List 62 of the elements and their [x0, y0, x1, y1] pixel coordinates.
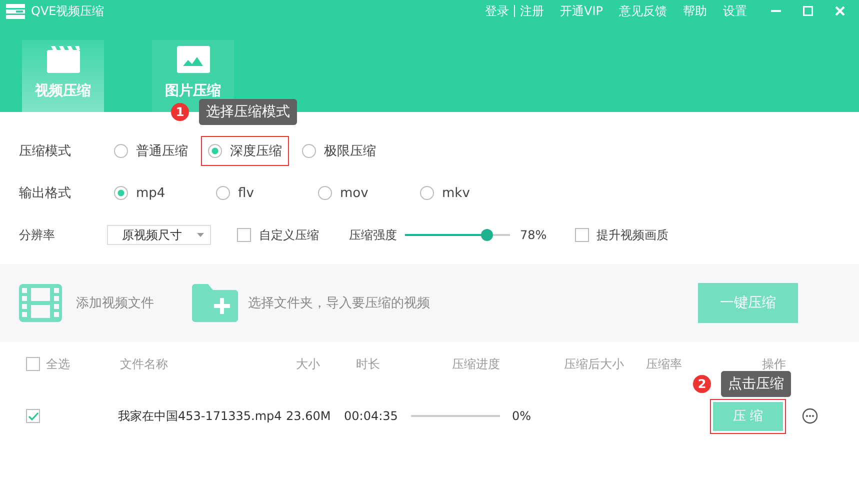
radio-option[interactable]: 深度压缩 — [201, 136, 289, 166]
maximize-icon[interactable] — [803, 6, 813, 16]
column-header: 操作 — [762, 356, 786, 372]
radio-button[interactable] — [114, 186, 128, 200]
setting-label: 压缩强度 — [349, 226, 397, 244]
radio-button[interactable] — [318, 186, 332, 200]
column-header: 压缩率 — [646, 356, 683, 372]
checkbox-label: 提升视频画质 — [596, 226, 669, 244]
checkbox-label: 自定义压缩 — [259, 226, 319, 244]
clapperboard-icon — [46, 46, 80, 73]
checkbox[interactable] — [574, 228, 589, 242]
column-header: 文件名称 — [120, 356, 169, 372]
image-icon — [176, 46, 210, 73]
guide-tooltip: 点击压缩 — [721, 371, 791, 397]
add-file-link[interactable]: 添加视频文件 — [76, 294, 154, 312]
radio-button[interactable] — [114, 144, 128, 158]
top-link[interactable]: 设置 — [723, 2, 747, 20]
checkbox[interactable] — [237, 228, 251, 242]
slider-thumb[interactable] — [480, 229, 493, 241]
window-title: QVE视频压缩 — [31, 2, 104, 20]
column-header: 压缩后大小 — [564, 356, 625, 372]
checkbox[interactable] — [26, 357, 40, 371]
step-badge: 2 — [693, 375, 711, 393]
more-icon[interactable] — [802, 408, 818, 424]
radio-option[interactable]: mkv — [413, 180, 515, 206]
guide-tooltip: 选择压缩模式 — [199, 99, 297, 125]
checkbox[interactable] — [26, 409, 40, 423]
file-duration: 00:04:35 — [344, 409, 399, 423]
radio-option[interactable]: mp4 — [107, 180, 209, 206]
column-header: 大小 — [296, 356, 321, 372]
column-header: 压缩进度 — [452, 356, 501, 372]
resolution-dropdown[interactable]: 原视频尺寸 — [107, 225, 211, 245]
radio-button[interactable] — [216, 186, 230, 200]
radio-option[interactable]: 普通压缩 — [107, 136, 195, 166]
folder-add-icon — [192, 284, 238, 322]
radio-option[interactable]: flv — [209, 180, 311, 206]
top-link[interactable]: 意见反馈 — [619, 2, 667, 20]
top-link[interactable]: 开通VIP — [560, 2, 603, 20]
top-link[interactable]: 帮助 — [683, 2, 707, 20]
account-link[interactable]: 注册 — [514, 5, 544, 17]
radio-option[interactable]: mov — [311, 180, 413, 206]
close-icon[interactable] — [835, 6, 845, 16]
progress-text: 0% — [512, 409, 532, 423]
file-name: 我家在中国453-171335.mp4 — [118, 408, 283, 424]
caret-icon — [197, 233, 204, 237]
slider-reading: 78% — [520, 228, 547, 242]
setting-label: 分辨率 — [19, 226, 56, 244]
radio-button[interactable] — [420, 186, 434, 200]
radio-button[interactable] — [302, 144, 316, 158]
film-icon — [19, 284, 62, 322]
column-header: 全选 — [46, 356, 71, 372]
radio-button[interactable] — [208, 144, 222, 158]
setting-label: 输出格式 — [19, 185, 72, 202]
column-header: 时长 — [356, 356, 381, 372]
account-link[interactable]: 登录 — [485, 2, 510, 20]
radio-option[interactable]: 极限压缩 — [295, 136, 383, 166]
app-logo-icon — [6, 4, 25, 18]
file-size: 23.60M — [286, 409, 332, 423]
step-badge: 1 — [171, 103, 189, 121]
strength-slider[interactable] — [405, 229, 510, 241]
add-folder-link[interactable]: 选择文件夹，导入要压缩的视频 — [248, 294, 430, 312]
setting-label: 压缩模式 — [19, 143, 72, 160]
